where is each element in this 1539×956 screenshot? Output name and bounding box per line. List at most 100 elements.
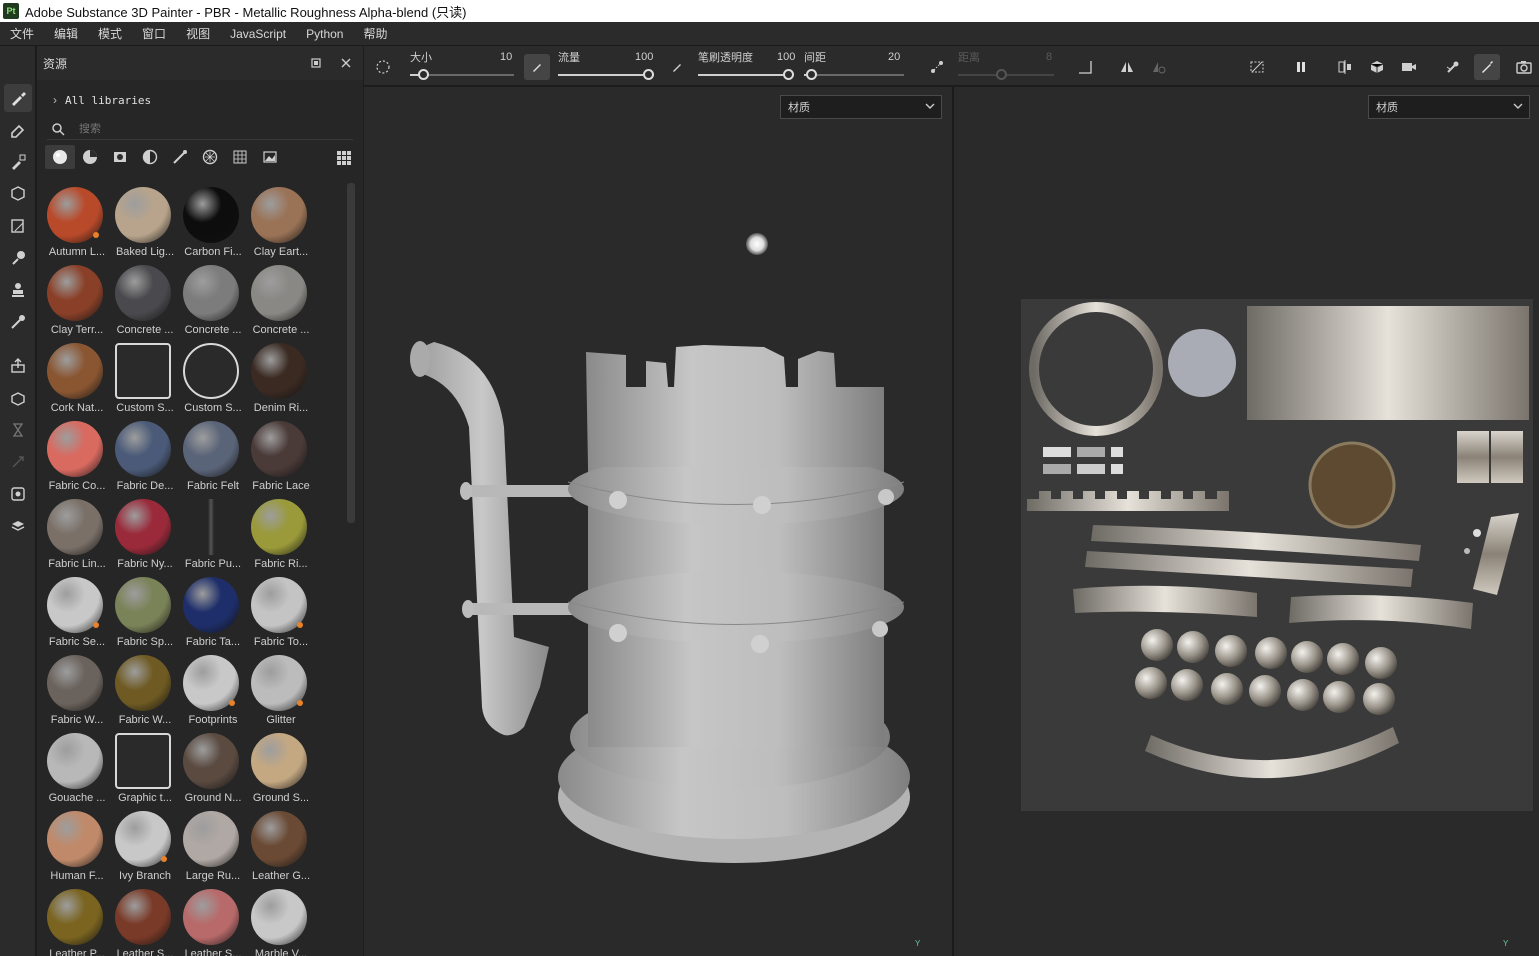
asset-tile[interactable]: Fabric Ta... xyxy=(179,574,247,652)
asset-tile[interactable]: Human F... xyxy=(43,808,111,886)
asset-tile[interactable]: Fabric W... xyxy=(43,652,111,730)
viewport-2d[interactable]: 材质 Y xyxy=(954,87,1539,956)
asset-tile[interactable]: Ground S... xyxy=(247,730,315,808)
asset-tile[interactable]: Fabric De... xyxy=(111,418,179,496)
brush-shape-button[interactable] xyxy=(370,54,396,80)
asset-tile[interactable]: Carbon Fi... xyxy=(179,184,247,262)
menu-view[interactable]: 视图 xyxy=(176,22,220,46)
menu-window[interactable]: 窗口 xyxy=(132,22,176,46)
menu-python[interactable]: Python xyxy=(296,22,353,46)
filter-masks[interactable] xyxy=(105,145,135,169)
projection-tool[interactable] xyxy=(4,148,32,176)
library-selector[interactable]: › All libraries xyxy=(37,88,363,112)
close-icon[interactable] xyxy=(339,56,353,70)
painting-mode-button[interactable] xyxy=(1474,54,1500,80)
filter-smart-materials[interactable] xyxy=(75,145,105,169)
distance-slider-knob[interactable] xyxy=(996,69,1007,80)
eraser-tool[interactable] xyxy=(4,116,32,144)
spacing-slider[interactable] xyxy=(804,69,904,80)
viewport-3d[interactable]: 材质 Y xyxy=(364,87,952,956)
opacity-slider-knob[interactable] xyxy=(783,69,794,80)
menu-help[interactable]: 帮助 xyxy=(353,22,397,46)
asset-tile[interactable]: Fabric Ny... xyxy=(111,496,179,574)
baking-button[interactable] xyxy=(1440,54,1466,80)
asset-tile[interactable]: Fabric To... xyxy=(247,574,315,652)
flow-slider[interactable] xyxy=(558,69,654,80)
asset-tile[interactable]: Fabric W... xyxy=(111,652,179,730)
distance-slider[interactable] xyxy=(958,69,1054,80)
split-view-button[interactable] xyxy=(1332,54,1358,80)
asset-tile[interactable]: Custom S... xyxy=(111,340,179,418)
flow-pen-pressure-button[interactable] xyxy=(524,54,550,80)
asset-tile[interactable]: Clay Eart... xyxy=(247,184,315,262)
symmetry-settings-button[interactable] xyxy=(1146,54,1172,80)
hide-camera-button[interactable] xyxy=(1244,54,1270,80)
asset-tile[interactable]: Ground N... xyxy=(179,730,247,808)
bake-tool[interactable] xyxy=(4,384,32,412)
asset-tile[interactable]: Autumn L... xyxy=(43,184,111,262)
camera-button[interactable] xyxy=(1396,54,1422,80)
asset-tile[interactable]: Fabric Lin... xyxy=(43,496,111,574)
asset-tile[interactable]: Concrete ... xyxy=(179,262,247,340)
spacing-slider-knob[interactable] xyxy=(806,69,817,80)
asset-tile[interactable]: Baked Lig... xyxy=(111,184,179,262)
grid-view-toggle[interactable] xyxy=(329,146,359,170)
asset-tile[interactable]: Fabric Se... xyxy=(43,574,111,652)
float-panel-icon[interactable] xyxy=(309,56,323,70)
export-tool[interactable] xyxy=(4,352,32,380)
pause-button[interactable] xyxy=(1288,54,1314,80)
opacity-slider[interactable] xyxy=(698,69,794,80)
history-tool[interactable] xyxy=(4,416,32,444)
opacity-pen-pressure-button[interactable] xyxy=(664,54,690,80)
lazy-mouse-button[interactable] xyxy=(924,54,950,80)
asset-tile[interactable]: Denim Ri... xyxy=(247,340,315,418)
filter-textures[interactable] xyxy=(195,145,225,169)
asset-tile[interactable]: Custom S... xyxy=(179,340,247,418)
asset-tile[interactable]: Leather G... xyxy=(247,808,315,886)
filter-alphas[interactable] xyxy=(225,145,255,169)
geometry-mask-tool[interactable] xyxy=(4,180,32,208)
menu-mode[interactable]: 模式 xyxy=(88,22,132,46)
asset-tile[interactable]: Concrete ... xyxy=(111,262,179,340)
asset-tile[interactable]: Fabric Pu... xyxy=(179,496,247,574)
display-settings-tool[interactable] xyxy=(4,480,32,508)
asset-scrollbar[interactable] xyxy=(347,183,355,523)
asset-tile[interactable]: Footprints xyxy=(179,652,247,730)
asset-tile[interactable]: Leather S... xyxy=(111,886,179,956)
asset-tile[interactable]: Concrete ... xyxy=(247,262,315,340)
shader-settings-tool[interactable] xyxy=(4,512,32,540)
smudge-tool[interactable] xyxy=(4,244,32,272)
asset-tile[interactable]: Fabric Co... xyxy=(43,418,111,496)
search-input[interactable] xyxy=(79,122,329,135)
menu-javascript[interactable]: JavaScript xyxy=(220,22,296,46)
filter-environments[interactable] xyxy=(255,145,285,169)
asset-tile[interactable]: Fabric Felt xyxy=(179,418,247,496)
filter-generators[interactable] xyxy=(135,145,165,169)
menu-file[interactable]: 文件 xyxy=(0,22,44,46)
menu-edit[interactable]: 编辑 xyxy=(44,22,88,46)
filter-materials[interactable] xyxy=(45,145,75,169)
color-picker-tool[interactable] xyxy=(4,308,32,336)
asset-tile[interactable]: Fabric Ri... xyxy=(247,496,315,574)
flow-slider-knob[interactable] xyxy=(643,69,654,80)
asset-tile[interactable]: Leather P... xyxy=(43,886,111,956)
asset-tile[interactable]: Clay Terr... xyxy=(43,262,111,340)
asset-tile[interactable]: Graphic t... xyxy=(111,730,179,808)
screenshot-button[interactable] xyxy=(1511,54,1537,80)
light-gizmo[interactable] xyxy=(746,233,768,255)
3d-view-button[interactable] xyxy=(1364,54,1390,80)
polygon-fill-tool[interactable] xyxy=(4,212,32,240)
uv-texture-sheet[interactable] xyxy=(1021,299,1533,811)
asset-tile[interactable]: Fabric Sp... xyxy=(111,574,179,652)
symmetry-angle-button[interactable] xyxy=(1072,54,1098,80)
asset-tile[interactable]: Gouache ... xyxy=(43,730,111,808)
asset-tile[interactable]: Glitter xyxy=(247,652,315,730)
symmetry-button[interactable] xyxy=(1114,54,1140,80)
asset-tile[interactable]: Ivy Branch xyxy=(111,808,179,886)
size-slider[interactable] xyxy=(410,69,514,80)
asset-tile[interactable]: Marble V... xyxy=(247,886,315,956)
channel-dropdown-2d[interactable]: 材质 xyxy=(1368,95,1530,119)
asset-tile[interactable]: Fabric Lace xyxy=(247,418,315,496)
clone-tool[interactable] xyxy=(4,276,32,304)
paint-brush-tool[interactable] xyxy=(4,84,32,112)
